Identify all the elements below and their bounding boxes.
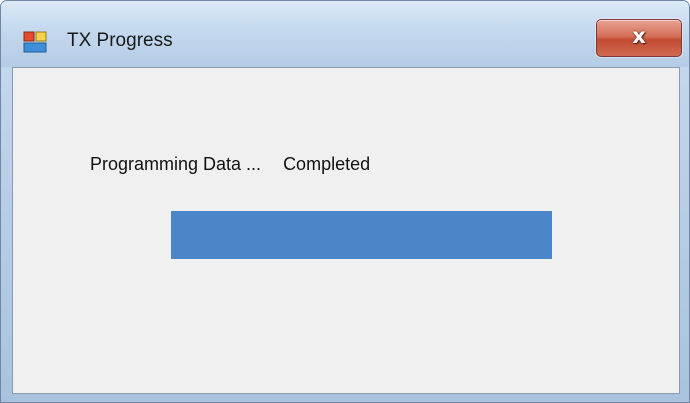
status-value: Completed xyxy=(283,154,371,174)
progress-bar xyxy=(171,211,552,259)
close-button[interactable]: x xyxy=(596,19,682,57)
status-row: Programming Data ... Completed xyxy=(90,154,370,175)
tx-progress-window: TX Progress x Programming Data ... Comple… xyxy=(0,0,690,403)
app-window-icon xyxy=(23,31,47,53)
status-label: Programming Data ... xyxy=(90,154,262,174)
dialog-body: Programming Data ... Completed xyxy=(12,67,680,394)
window-title: TX Progress xyxy=(67,30,173,51)
progress-bar-fill xyxy=(171,211,552,259)
close-icon: x xyxy=(632,24,646,48)
title-bar[interactable]: TX Progress x xyxy=(1,1,689,67)
